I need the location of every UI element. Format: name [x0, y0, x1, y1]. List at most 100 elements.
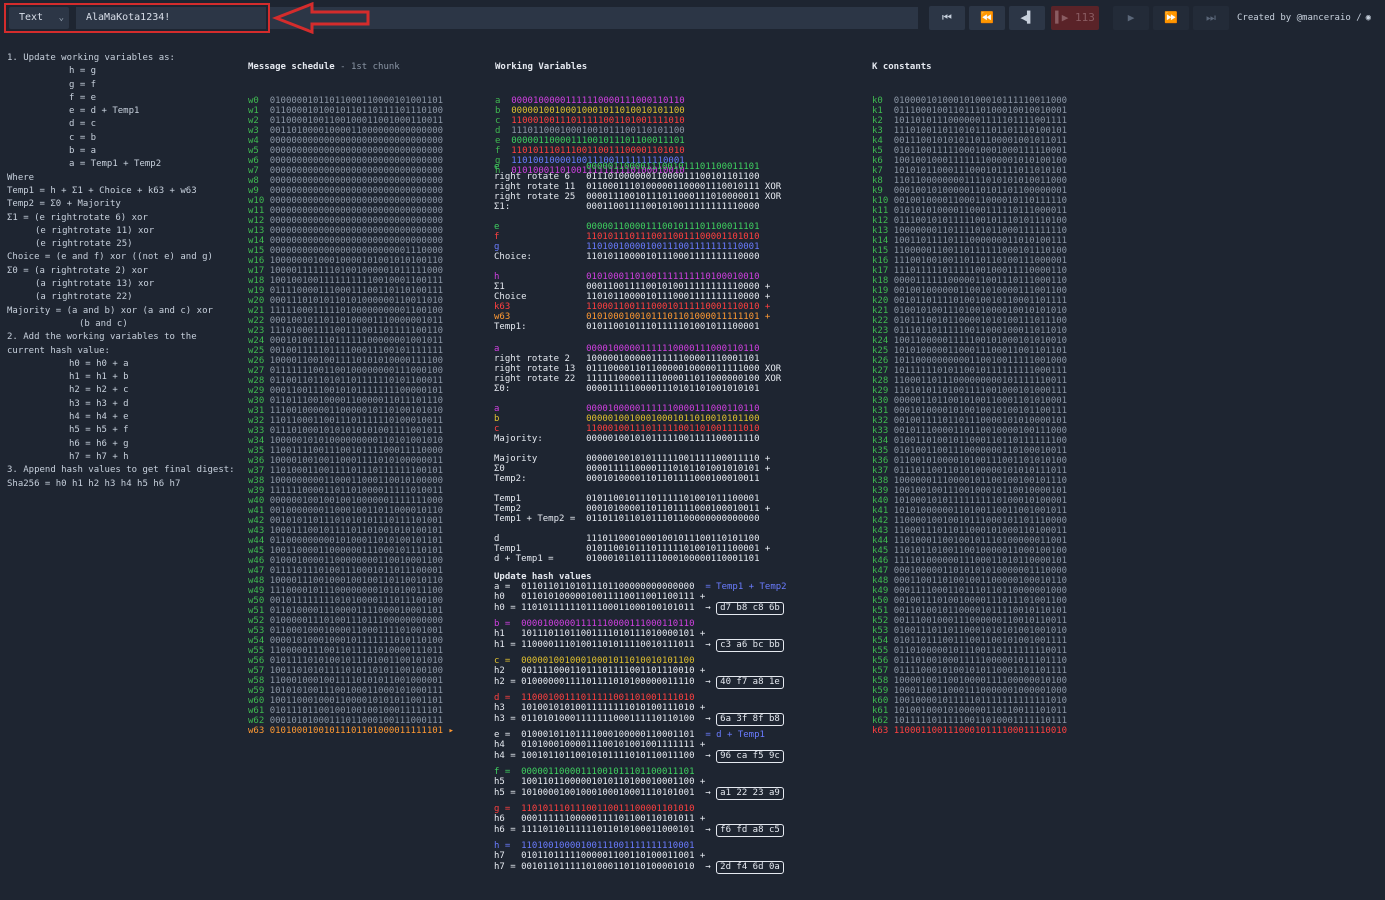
schedule-row: w9 00000000000000000000000000000000	[248, 186, 454, 196]
input-type-value: Text	[19, 12, 44, 23]
update-value: 11000011101001101011110010111011	[521, 640, 695, 650]
schedule-value: 00000000000000000000000000000000	[269, 146, 444, 156]
calc-label: right rotate 25	[494, 192, 587, 202]
calc-value: 01011001011101111101001011100001	[586, 494, 760, 504]
schedule-value: 10011010101111010110101100100100	[269, 666, 444, 676]
k-row: k59 10001100110001110000001000001000	[872, 686, 1067, 696]
working-key: d	[495, 126, 512, 136]
k-index: k62	[872, 716, 894, 726]
k-row: k29 11010101101001111001000101000111	[872, 386, 1067, 396]
rewind-button[interactable]: ⏪	[969, 6, 1005, 30]
calc-value: 11010010000100111001111111110001	[586, 242, 760, 252]
schedule-row: w33 01110100010101010101001111001011	[248, 426, 454, 436]
k-index: k0	[872, 96, 894, 106]
k-index: k2	[872, 116, 894, 126]
calc-label: Temp2:	[494, 474, 587, 484]
explanation-line: 3. Append hash values to get final diges…	[7, 465, 235, 476]
calc-label: Temp2	[494, 504, 587, 514]
working-value: 00001000001111110000111000110110	[511, 96, 685, 106]
update-row: h0 = 11010111111011100011000100101011 → …	[494, 602, 787, 615]
step-counter-button[interactable]: ▌▶ 113	[1051, 6, 1099, 30]
schedule-row: w53 01100010001000011000111101001001	[248, 626, 454, 636]
schedule-value: 00000000000000000000000000000000	[269, 136, 444, 146]
schedule-value: 00100111110111100011100101111111	[269, 346, 444, 356]
schedule-index: w20	[248, 296, 270, 306]
schedule-index: w29	[248, 386, 270, 396]
k-value: 11110100000011100011010110000101	[893, 556, 1068, 566]
play-button[interactable]: ▶	[1113, 6, 1149, 30]
schedule-value: 01000100001100000000110010001100	[269, 556, 444, 566]
working-title: Working Variables	[495, 62, 588, 72]
input-type-select[interactable]: Text ⌄	[9, 7, 69, 29]
schedule-row: w1 01100001010010110110111101110100	[248, 106, 454, 116]
k-value: 11101001101101011101101110100101	[893, 126, 1068, 136]
k-row: k51 00110100101100001011110010110101	[872, 606, 1067, 616]
schedule-index: w12	[248, 216, 270, 226]
schedule-index: w24	[248, 336, 270, 346]
explanation-line: g = f	[69, 79, 97, 90]
update-arrow: →	[694, 603, 717, 613]
k-value: 00000110110010100110001101010001	[893, 396, 1068, 406]
k-row: k24 10011000001111100101000101010010	[872, 336, 1067, 346]
k-row: k40 10100010101111111110100010100001	[872, 496, 1067, 506]
update-row: h3 10100101010011111111010100111010 +	[494, 703, 787, 713]
last-step-button[interactable]: ⏭	[1193, 6, 1229, 30]
update-row: d = 11000100111011111001101001111010	[494, 693, 787, 703]
schedule-index: w31	[248, 406, 270, 416]
k-index: k32	[872, 416, 894, 426]
k-value: 11000110011100010111100011110010	[893, 726, 1068, 736]
schedule-row: w60 10011000100011000010101011001101	[248, 696, 454, 706]
update-label: h7	[494, 851, 522, 861]
k-value: 01011100101100001010100111011100	[893, 316, 1068, 326]
calc-value: 01101101101011101100000000000000	[586, 514, 760, 524]
k-row: k37 01110110011010100000101010111011	[872, 466, 1067, 476]
schedule-index: w16	[248, 256, 270, 266]
working-key: b	[495, 106, 512, 116]
step-back-button[interactable]: ◀▌	[1009, 6, 1045, 30]
k-index: k42	[872, 516, 894, 526]
k-value: 01001101001011000110110111111100	[893, 436, 1068, 446]
k-index: k48	[872, 576, 894, 586]
fast-forward-button[interactable]: ⏩	[1153, 6, 1189, 30]
k-value: 10100010101111111110100010100001	[893, 496, 1068, 506]
message-input[interactable]: AlaMaKota1234!	[76, 7, 266, 29]
calc-block: a 00001000001111110000111000110110 right …	[494, 344, 787, 394]
calc-block: a 00001000001111110000111000110110 b 0000…	[494, 404, 787, 444]
schedule-value: 00000000000000000000000001110000	[269, 246, 444, 256]
schedule-row: w15 00000000000000000000000001110000	[248, 246, 454, 256]
k-index: k15	[872, 246, 894, 256]
k-row: k25 10101000001100011100011001101101	[872, 346, 1067, 356]
github-icon[interactable]: ◉	[1366, 13, 1371, 23]
k-index: k3	[872, 126, 894, 136]
schedule-row: w18 10010010011111111110010001100111	[248, 276, 454, 286]
first-step-button[interactable]: ⏮	[929, 6, 965, 30]
calc-row: h 01010001101001111111110100010010	[494, 272, 787, 282]
schedule-value: 10000111111101001000001011111000	[269, 266, 444, 276]
schedule-index: w15	[248, 246, 270, 256]
k-index: k55	[872, 646, 894, 656]
working-value: 11101100010001001011100110101100	[511, 126, 685, 136]
working-key: a	[495, 96, 512, 106]
credits-text[interactable]: Created by @manceraio /	[1237, 13, 1362, 23]
calc-row: Temp2: 00010100001101101111000100010011	[494, 474, 787, 484]
explanation-line: h6 = h6 + g	[69, 438, 129, 449]
explanation-line: Where	[7, 172, 35, 183]
hash-hex-badge: 2d f4 6d 0a	[716, 861, 784, 874]
schedule-row: w20 00011101010110101000000110011010	[248, 296, 454, 306]
calc-value: 00001111100001110101101001010101 +	[586, 464, 771, 474]
update-label: a =	[494, 582, 522, 592]
k-index: k60	[872, 696, 894, 706]
k-row: k3 11101001101101011101101110100101	[872, 126, 1067, 136]
k-value: 10101000001100011100011001101101	[893, 346, 1068, 356]
calc-row: Temp1: 01011001011101111101001011100001	[494, 322, 787, 332]
calculation-panel: e 00000110000111001011101100011101 right …	[494, 162, 787, 878]
top-toolbar: Text ⌄ AlaMaKota1234! ⏮ ⏪ ◀▌ ▌▶ 113 ▶ ⏩ …	[0, 0, 1385, 36]
k-index: k20	[872, 296, 894, 306]
explanation-line: 2. Add the working variables to the	[7, 332, 197, 343]
hash-hex-badge: f6 fd a8 c5	[716, 824, 784, 837]
schedule-value: 01100110110101101111110101100011	[269, 376, 444, 386]
calc-row: k63 11000110011100010111110001110010 +	[494, 302, 787, 312]
calc-value: 11101100010001001011100110101100	[586, 534, 760, 544]
update-arrow: →	[694, 677, 717, 687]
calc-label: Σ0:	[494, 384, 587, 394]
